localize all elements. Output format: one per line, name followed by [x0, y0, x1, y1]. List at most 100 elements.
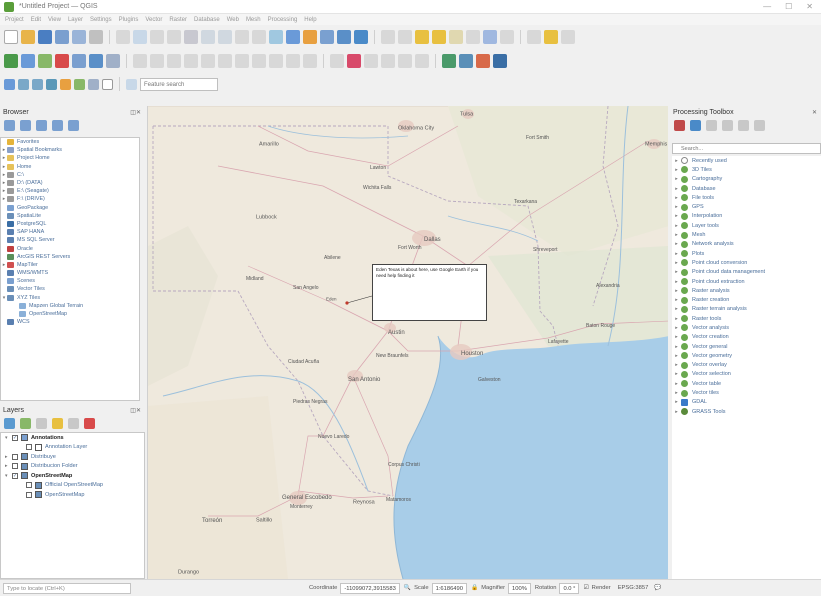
- zoom-to-selection-icon[interactable]: [201, 30, 215, 44]
- vertex-tool-icon[interactable]: [201, 54, 215, 68]
- expand-arrow-icon[interactable]: ▸: [672, 195, 681, 201]
- menu-help[interactable]: Help: [304, 17, 316, 23]
- processing-group[interactable]: ▸ Vector general: [672, 342, 821, 351]
- layer-visibility-checkbox[interactable]: [12, 463, 18, 470]
- processing-group[interactable]: ▸ GDAL: [672, 398, 821, 407]
- expand-arrow-icon[interactable]: ▸: [672, 158, 681, 164]
- layer-item[interactable]: Annotation Layer: [1, 443, 144, 453]
- qgis-resources-icon[interactable]: [459, 54, 473, 68]
- magnifier-field[interactable]: 100%: [508, 582, 531, 594]
- add-mesh-layer-icon[interactable]: [55, 54, 69, 68]
- menu-vector[interactable]: Vector: [145, 17, 162, 23]
- expand-arrow-icon[interactable]: ▸: [672, 325, 681, 331]
- processing-group[interactable]: ▸ File tools: [672, 193, 821, 202]
- zoom-to-layer-icon[interactable]: [218, 30, 232, 44]
- processing-search-input[interactable]: Search...: [672, 143, 821, 154]
- expand-arrow-icon[interactable]: ▾: [5, 435, 12, 441]
- new-print-layout-icon[interactable]: [55, 30, 69, 44]
- browser-item[interactable]: ▸ F:\ (DRIVE): [1, 195, 139, 203]
- expand-arrow-icon[interactable]: ▸: [672, 251, 681, 257]
- browser-item[interactable]: MS SQL Server: [1, 236, 139, 244]
- browser-item[interactable]: Scenes: [1, 277, 139, 285]
- deselect-icon[interactable]: [449, 30, 463, 44]
- expand-arrow-icon[interactable]: ▸: [672, 223, 681, 229]
- processing-group[interactable]: ▸ Raster terrain analysis: [672, 305, 821, 314]
- processing-group[interactable]: ▸ Plots: [672, 249, 821, 258]
- processing-group[interactable]: ▸ Point cloud conversion: [672, 258, 821, 267]
- browser-item[interactable]: PostgreSQL: [1, 220, 139, 228]
- zoom-out-icon[interactable]: [167, 30, 181, 44]
- browser-item[interactable]: ▸ D:\ (DATA): [1, 179, 139, 187]
- new-project-icon[interactable]: [4, 30, 18, 44]
- intersection-icon[interactable]: [88, 78, 99, 90]
- feature-search-icon[interactable]: [126, 78, 137, 90]
- pan-map-icon[interactable]: [116, 30, 130, 44]
- browser-item[interactable]: WMS/WMTS: [1, 269, 139, 277]
- layer-visibility-checkbox[interactable]: [26, 491, 32, 498]
- layer-item[interactable]: ▾ ✓ Annotations: [1, 433, 144, 443]
- crs-button[interactable]: EPSG:3857: [618, 585, 649, 591]
- properties-icon[interactable]: [68, 120, 79, 131]
- layer-visibility-checkbox[interactable]: ✓: [12, 434, 18, 441]
- coordinate-field[interactable]: -11099072,3915583: [340, 582, 400, 594]
- browser-item[interactable]: ▸ C:\: [1, 171, 139, 179]
- panel-float-close-icon[interactable]: ◫✕: [130, 109, 141, 116]
- processing-group[interactable]: ▸ 3D Tiles: [672, 165, 821, 174]
- processing-options-icon[interactable]: [754, 120, 765, 131]
- layer-styling-icon[interactable]: [4, 418, 15, 429]
- measure-icon[interactable]: [527, 30, 541, 44]
- advanced-digitizing-icon[interactable]: [18, 78, 29, 90]
- select-features-icon[interactable]: [415, 30, 429, 44]
- expand-arrow-icon[interactable]: ▸: [672, 213, 681, 219]
- processing-group[interactable]: ▸ GRASS Tools: [672, 407, 821, 416]
- browser-item[interactable]: Favorites: [1, 138, 139, 146]
- style-manager-icon[interactable]: [89, 30, 103, 44]
- processing-group[interactable]: ▸ Point cloud extraction: [672, 277, 821, 286]
- processing-group[interactable]: ▸ Point cloud data management: [672, 268, 821, 277]
- history-icon[interactable]: [706, 120, 717, 131]
- filter-legend-icon[interactable]: [52, 418, 63, 429]
- expand-arrow-icon[interactable]: ▸: [672, 409, 681, 415]
- trace-icon[interactable]: [60, 78, 71, 90]
- processing-group[interactable]: ▸ Recently used: [672, 156, 821, 165]
- expand-arrow-icon[interactable]: ▸: [672, 306, 681, 312]
- menu-plugins[interactable]: Plugins: [119, 17, 139, 23]
- panel-float-close-icon[interactable]: ✕: [812, 109, 817, 116]
- map-tips-icon[interactable]: [544, 30, 558, 44]
- processing-group[interactable]: ▸ Vector creation: [672, 333, 821, 342]
- menu-mesh[interactable]: Mesh: [246, 17, 261, 23]
- expand-arrow-icon[interactable]: ▸: [672, 167, 681, 173]
- processing-group[interactable]: ▸ Network analysis: [672, 240, 821, 249]
- delete-selected-icon[interactable]: [218, 54, 232, 68]
- processing-group[interactable]: ▸ Vector analysis: [672, 323, 821, 332]
- move-label-icon[interactable]: [381, 54, 395, 68]
- processing-group[interactable]: ▸ Cartography: [672, 175, 821, 184]
- new-3d-map-view-icon[interactable]: [286, 30, 300, 44]
- models-icon[interactable]: [674, 120, 685, 131]
- temporal-controller-icon[interactable]: [337, 30, 351, 44]
- add-virtual-layer-icon[interactable]: [106, 54, 120, 68]
- identify-icon[interactable]: [381, 30, 395, 44]
- snapping-icon[interactable]: [32, 78, 43, 90]
- browser-item[interactable]: ▾ XYZ Tiles: [1, 294, 139, 302]
- expand-arrow-icon[interactable]: ▸: [672, 279, 681, 285]
- add-spatialite-icon[interactable]: [89, 54, 103, 68]
- paste-features-icon[interactable]: [269, 54, 283, 68]
- browser-item[interactable]: OpenStreetMap: [1, 310, 139, 318]
- menu-database[interactable]: Database: [194, 17, 220, 23]
- expand-arrow-icon[interactable]: ▾: [5, 473, 12, 479]
- rotate-label-icon[interactable]: [398, 54, 412, 68]
- expand-arrow-icon[interactable]: ▸: [672, 316, 681, 322]
- zoom-last-icon[interactable]: [252, 30, 266, 44]
- browser-item[interactable]: Vector Tiles: [1, 285, 139, 293]
- expand-arrow-icon[interactable]: ▸: [672, 269, 681, 275]
- attribute-table-icon[interactable]: [466, 30, 480, 44]
- show-hide-labels-icon[interactable]: [364, 54, 378, 68]
- collapse-all-icon[interactable]: [52, 120, 63, 131]
- expand-arrow-icon[interactable]: ▸: [672, 381, 681, 387]
- minimize-icon[interactable]: —: [763, 2, 771, 11]
- processing-group[interactable]: ▸ Mesh: [672, 230, 821, 239]
- render-checkbox[interactable]: ☑: [583, 585, 588, 591]
- layer-item[interactable]: ▸ Distribucion Folder: [1, 462, 144, 472]
- browser-item[interactable]: ▸ Project Home: [1, 154, 139, 162]
